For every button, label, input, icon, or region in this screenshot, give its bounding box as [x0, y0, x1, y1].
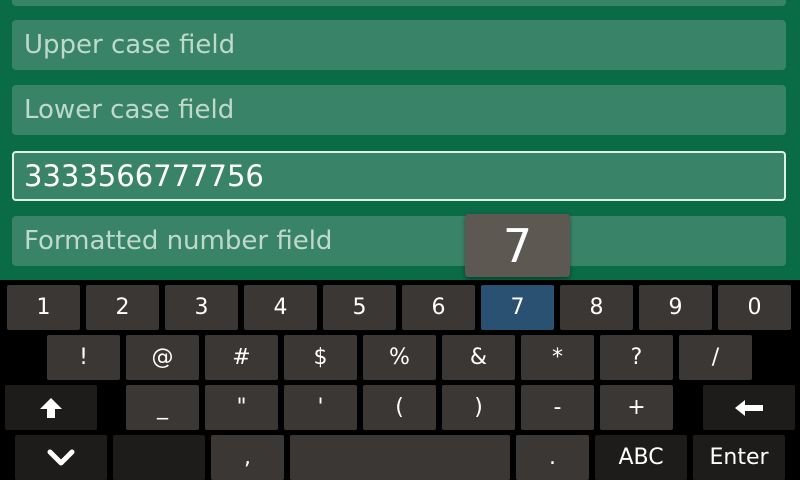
key-6[interactable]: 6 [402, 285, 475, 330]
shift-key[interactable] [5, 385, 97, 430]
key-7[interactable]: 7 [481, 285, 554, 330]
formatted-number-field-placeholder: Formatted number field [24, 226, 333, 256]
key-slash[interactable]: / [679, 335, 752, 380]
formatted-number-field[interactable]: Formatted number field [12, 216, 786, 266]
abc-key[interactable]: ABC [595, 435, 687, 480]
key-3[interactable]: 3 [165, 285, 238, 330]
key-asterisk[interactable]: * [521, 335, 594, 380]
backspace-key[interactable] [703, 385, 795, 430]
top-field-partial[interactable] [12, 0, 786, 6]
key-preview-popup: 7 [465, 214, 570, 277]
blank-key[interactable] [113, 435, 205, 480]
key-double-quote[interactable]: " [205, 385, 278, 430]
key-8[interactable]: 8 [560, 285, 633, 330]
key-exclamation[interactable]: ! [47, 335, 120, 380]
arrow-left-icon [733, 398, 765, 418]
upper-case-field[interactable]: Upper case field [12, 20, 786, 70]
key-underscore[interactable]: _ [126, 385, 199, 430]
key-9[interactable]: 9 [639, 285, 712, 330]
key-1[interactable]: 1 [7, 285, 80, 330]
active-number-field[interactable]: 3333566777756 [12, 151, 786, 201]
chevron-down-icon [47, 449, 75, 467]
form-area: Upper case field Lower case field 333356… [0, 0, 800, 280]
key-dollar[interactable]: $ [284, 335, 357, 380]
space-key[interactable] [290, 435, 510, 480]
key-comma[interactable]: , [211, 435, 284, 480]
key-2[interactable]: 2 [86, 285, 159, 330]
key-hash[interactable]: # [205, 335, 278, 380]
lower-case-field[interactable]: Lower case field [12, 85, 786, 135]
key-period[interactable]: . [516, 435, 589, 480]
hide-keyboard-key[interactable] [15, 435, 107, 480]
key-preview-char: 7 [502, 218, 533, 273]
active-field-value: 3333566777756 [24, 159, 264, 193]
key-minus[interactable]: - [521, 385, 594, 430]
key-single-quote[interactable]: ' [284, 385, 357, 430]
key-close-paren[interactable]: ) [442, 385, 515, 430]
key-open-paren[interactable]: ( [363, 385, 436, 430]
arrow-up-icon [38, 396, 64, 420]
key-question[interactable]: ? [600, 335, 673, 380]
key-ampersand[interactable]: & [442, 335, 515, 380]
key-at[interactable]: @ [126, 335, 199, 380]
key-5[interactable]: 5 [323, 285, 396, 330]
on-screen-keyboard: 1 2 3 4 5 6 7 8 9 0 ! @ # $ % & * ? / _ … [0, 280, 800, 480]
key-plus[interactable]: + [600, 385, 673, 430]
enter-key[interactable]: Enter [693, 435, 785, 480]
key-0[interactable]: 0 [718, 285, 791, 330]
lower-case-field-placeholder: Lower case field [24, 95, 235, 125]
key-4[interactable]: 4 [244, 285, 317, 330]
upper-case-field-placeholder: Upper case field [24, 30, 236, 60]
key-percent[interactable]: % [363, 335, 436, 380]
